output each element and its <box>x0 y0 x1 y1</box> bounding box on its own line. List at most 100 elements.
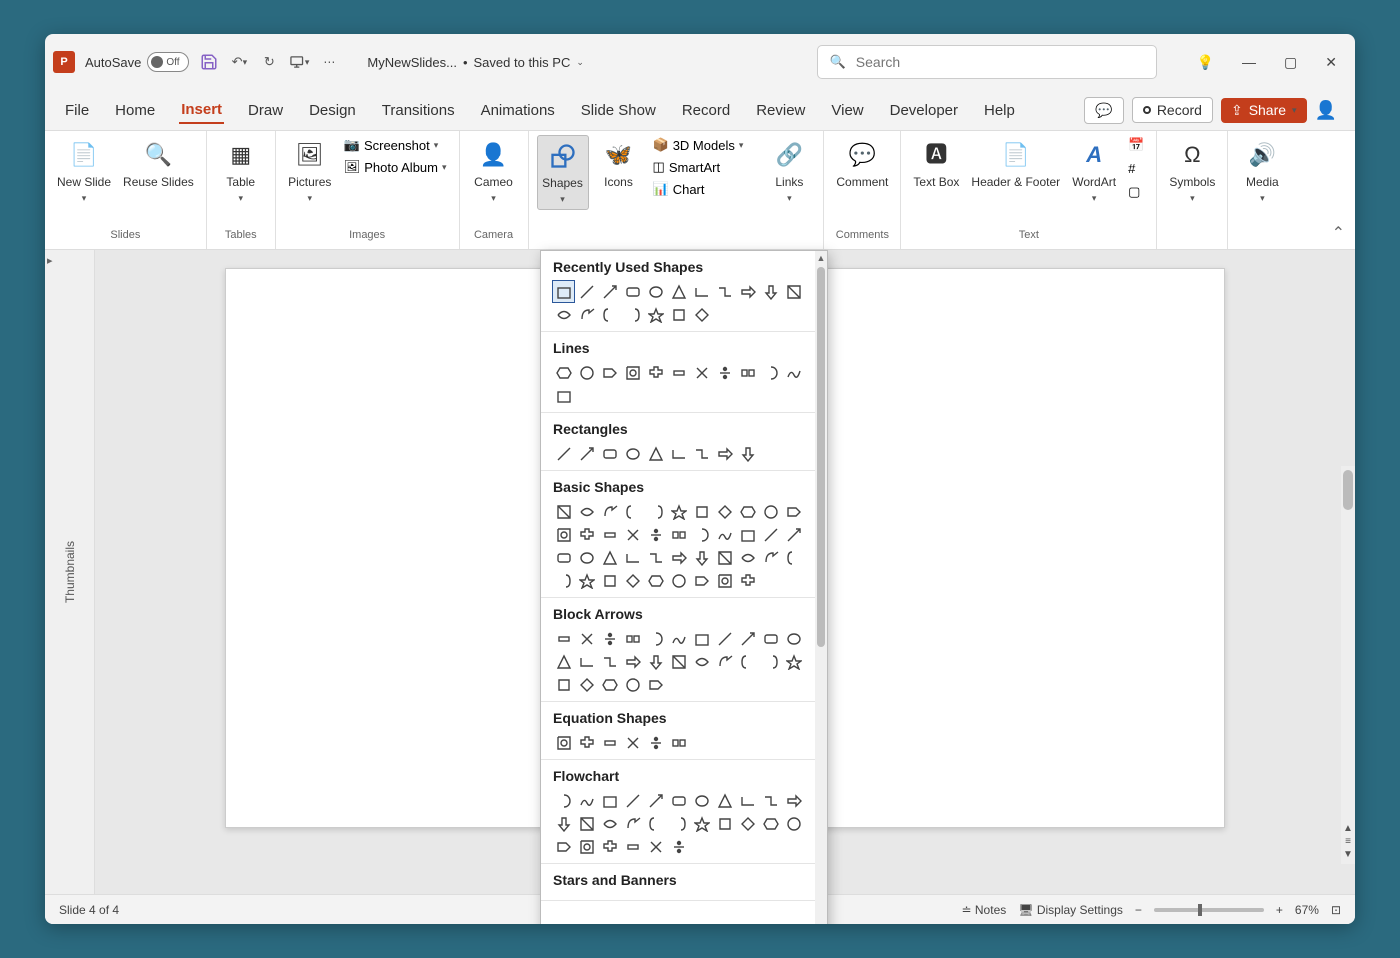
media-button[interactable]: 🔊Media▾ <box>1236 135 1288 208</box>
customize-qat-icon[interactable]: ⋯ <box>319 52 339 72</box>
shape-item[interactable] <box>553 443 574 464</box>
shape-item[interactable] <box>622 628 643 649</box>
doc-name[interactable]: MyNewSlides... <box>367 55 457 70</box>
shape-item[interactable] <box>691 790 712 811</box>
save-icon[interactable] <box>199 52 219 72</box>
tab-home[interactable]: Home <box>113 98 157 123</box>
table-button[interactable]: ▦Table▾ <box>215 135 267 208</box>
shape-item[interactable] <box>737 501 758 522</box>
shape-item[interactable] <box>553 732 574 753</box>
shape-item[interactable] <box>714 362 735 383</box>
shape-item[interactable] <box>668 524 689 545</box>
comments-toggle-button[interactable]: 💬 <box>1084 97 1123 124</box>
shape-item[interactable] <box>691 651 712 672</box>
3d-models-button[interactable]: 📦 3D Models ▾ <box>649 135 748 155</box>
shape-item[interactable] <box>691 570 712 591</box>
shape-item[interactable] <box>668 836 689 857</box>
shape-item[interactable] <box>737 570 758 591</box>
shape-item[interactable] <box>737 790 758 811</box>
tab-slideshow[interactable]: Slide Show <box>579 98 658 123</box>
shape-item[interactable] <box>760 524 781 545</box>
shape-item[interactable] <box>668 651 689 672</box>
shape-item[interactable] <box>691 501 712 522</box>
help-bulb-icon[interactable]: 💡 <box>1197 54 1214 71</box>
shape-item[interactable] <box>645 674 666 695</box>
shape-item[interactable] <box>622 304 643 325</box>
textbox-button[interactable]: 🅰Text Box <box>909 135 963 193</box>
shape-item[interactable] <box>645 304 666 325</box>
shape-item[interactable] <box>599 501 620 522</box>
tab-record[interactable]: Record <box>680 98 732 123</box>
shape-item[interactable] <box>622 547 643 568</box>
shape-item[interactable] <box>622 443 643 464</box>
shape-item[interactable] <box>714 651 735 672</box>
shape-item[interactable] <box>553 362 574 383</box>
pictures-button[interactable]: 🖼Pictures▾ <box>284 135 336 208</box>
new-slide-button[interactable]: 📄New Slide▾ <box>53 135 115 208</box>
shape-item[interactable] <box>576 547 597 568</box>
shape-item[interactable] <box>714 501 735 522</box>
shape-item[interactable] <box>553 651 574 672</box>
shape-item[interactable] <box>622 362 643 383</box>
shape-item[interactable] <box>553 524 574 545</box>
shape-item[interactable] <box>668 501 689 522</box>
tab-transitions[interactable]: Transitions <box>380 98 457 123</box>
shape-item[interactable] <box>576 501 597 522</box>
shape-item[interactable] <box>645 732 666 753</box>
tab-review[interactable]: Review <box>754 98 807 123</box>
zoom-level[interactable]: 67% <box>1295 903 1319 917</box>
shape-item[interactable] <box>599 651 620 672</box>
tab-file[interactable]: File <box>63 98 91 123</box>
shape-item[interactable] <box>783 628 804 649</box>
chart-button[interactable]: 📊 Chart <box>649 179 748 199</box>
shape-item[interactable] <box>622 813 643 834</box>
shape-item[interactable] <box>553 547 574 568</box>
shape-item[interactable] <box>783 362 804 383</box>
shape-item[interactable] <box>599 524 620 545</box>
header-footer-button[interactable]: 📄Header & Footer <box>967 135 1064 193</box>
shape-item[interactable] <box>783 501 804 522</box>
shape-item[interactable] <box>668 443 689 464</box>
shape-item[interactable] <box>553 674 574 695</box>
shape-item[interactable] <box>576 304 597 325</box>
shape-item[interactable] <box>737 651 758 672</box>
shape-item[interactable] <box>668 813 689 834</box>
search-input[interactable] <box>856 54 1144 70</box>
shape-item[interactable] <box>599 443 620 464</box>
date-time-button[interactable]: 📅 <box>1124 135 1148 155</box>
present-icon[interactable]: ▾ <box>289 52 309 72</box>
shape-item[interactable] <box>668 281 689 302</box>
cameo-button[interactable]: 👤Cameo▾ <box>468 135 520 208</box>
shape-item[interactable] <box>760 547 781 568</box>
shape-item[interactable] <box>783 547 804 568</box>
photo-album-button[interactable]: 🖼 Photo Album ▾ <box>340 157 451 177</box>
shape-item[interactable] <box>783 651 804 672</box>
shape-item[interactable] <box>645 281 666 302</box>
shape-item[interactable] <box>622 281 643 302</box>
shape-item[interactable] <box>622 570 643 591</box>
shape-item[interactable] <box>668 304 689 325</box>
minimize-icon[interactable]: ― <box>1242 54 1256 71</box>
vertical-scrollbar[interactable]: ▲ ≡ ▼ <box>1341 466 1355 864</box>
shape-item[interactable] <box>760 628 781 649</box>
shape-item[interactable] <box>691 304 712 325</box>
shape-item[interactable] <box>783 790 804 811</box>
shape-item[interactable] <box>645 790 666 811</box>
shape-item[interactable] <box>599 732 620 753</box>
shape-item[interactable] <box>691 281 712 302</box>
shape-item[interactable] <box>553 836 574 857</box>
search-box[interactable]: 🔍 <box>817 45 1157 79</box>
shape-item[interactable] <box>714 524 735 545</box>
shape-item[interactable] <box>599 674 620 695</box>
autosave-toggle[interactable]: AutoSave Off <box>85 52 189 72</box>
shape-item[interactable] <box>599 570 620 591</box>
shape-item[interactable] <box>599 813 620 834</box>
notes-button[interactable]: ≐ Notes <box>962 903 1007 917</box>
record-button[interactable]: Record <box>1132 97 1213 123</box>
shape-item[interactable] <box>760 362 781 383</box>
shape-item[interactable] <box>599 304 620 325</box>
scroll-next-icon[interactable]: ▼ <box>1343 849 1353 860</box>
shape-item[interactable] <box>668 570 689 591</box>
reuse-slides-button[interactable]: 🔍Reuse Slides <box>119 135 198 193</box>
shape-item[interactable] <box>783 813 804 834</box>
